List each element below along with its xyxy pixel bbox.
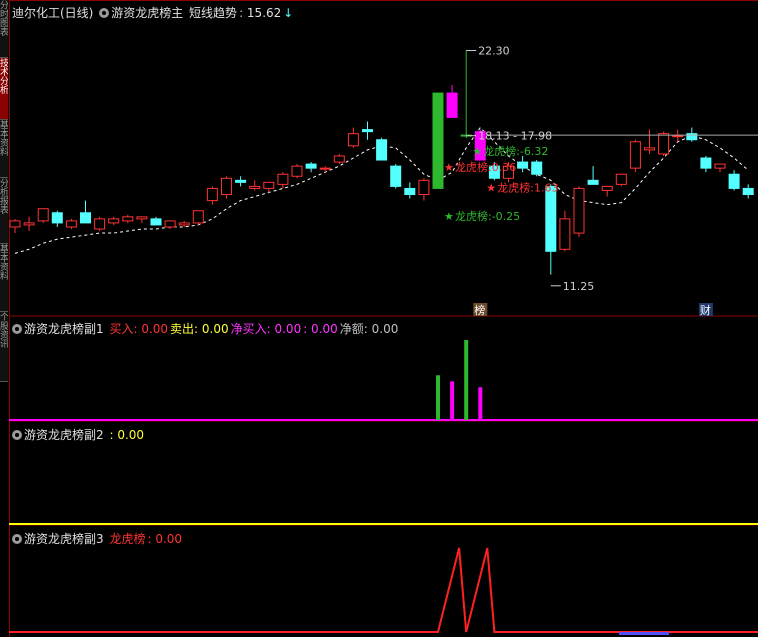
trend-arrow-icon: ↓ [283, 6, 294, 20]
star-icon: ★ [486, 181, 496, 194]
candle-body [333, 155, 345, 163]
sub1-item-0: 买入: 0.00 [109, 322, 169, 336]
sub1-item-3: : 0.00 [303, 322, 338, 336]
candle-body [376, 139, 388, 161]
candle-body [108, 218, 120, 224]
sidebar-tab-0[interactable]: 分时图表 [0, 0, 8, 58]
candle-body [136, 216, 148, 220]
candle-body [686, 133, 698, 141]
sub2-panel-header: 游资龙虎榜副2 : 0.00 [12, 426, 148, 443]
sub1-panel-header: 游资龙虎榜副1 买入: 0.00 卖出: 0.00 净买入: 0.00: 0.00 净… [12, 320, 402, 337]
candle-body [573, 187, 585, 234]
sub1-bar [450, 381, 455, 420]
candle-body [37, 208, 49, 222]
candle-body [629, 141, 641, 169]
sidebar-tab-3[interactable]: 分析报表 [0, 178, 8, 244]
sub3-marker [619, 632, 669, 635]
annotation-label: 18.13 - 17.98 [478, 130, 552, 143]
candle-body [305, 163, 317, 169]
candle-body [235, 179, 247, 183]
candle-body [517, 161, 529, 169]
annotation-label: 龙虎榜:1.63 [497, 180, 558, 194]
candle-body [249, 185, 261, 189]
sub3-value: 0.00 [155, 532, 183, 546]
candle-body [178, 222, 190, 226]
candle-body [658, 133, 670, 155]
sub3-indicator-name[interactable]: 游资龙虎榜副3 [24, 532, 104, 546]
candle-body [150, 218, 162, 226]
candle-body [9, 220, 21, 228]
main-panel-header: 迪尔化工(日线) 游资龙虎榜主 短线趋势: 15.62 ↓ [12, 6, 294, 20]
annotation-label: 龙虎榜:-6.32 [483, 144, 548, 158]
candle-body [65, 220, 77, 228]
settings-icon[interactable] [12, 430, 22, 440]
candle-body [192, 210, 204, 224]
sidebar: 分时图表 技术分析 基本资料 分析报表 基本资料 个股资讯 [0, 0, 9, 637]
candle-body [362, 129, 373, 133]
stock-title: 迪尔化工(日线) [12, 6, 94, 20]
sub1-item-2: 净买入: 0.00 [230, 322, 302, 336]
sub3-line [9, 547, 758, 633]
trend-value: 15.62 [246, 6, 282, 20]
sub1-bar [478, 387, 483, 420]
candle-body [601, 185, 613, 191]
star-icon: ★ [444, 210, 454, 223]
candle-body [404, 187, 416, 196]
event-marker: 榜 [474, 303, 485, 317]
star-icon: ★ [444, 161, 454, 174]
candle-body [587, 179, 599, 185]
candle-body [23, 222, 35, 226]
sidebar-tab-5[interactable]: 个股资讯 [0, 312, 8, 382]
candle-body [80, 212, 91, 224]
candle-body [277, 173, 289, 185]
main-indicator-name[interactable]: 游资龙虎榜主 [111, 6, 183, 20]
sidebar-tab-2[interactable]: 基本资料 [0, 120, 8, 178]
candle-body [164, 220, 176, 228]
sub1-bar [464, 340, 469, 420]
sidebar-tab-1[interactable]: 技术分析 [0, 58, 8, 120]
sub3-label: 龙虎榜 [109, 532, 146, 546]
sub1-item-1: 卖出: 0.00 [170, 322, 229, 336]
annotation-label: 22.30 [478, 44, 510, 57]
annotation-label: 龙虎榜:-0.25 [455, 209, 520, 223]
candle-body [418, 179, 430, 196]
candle-body [545, 185, 557, 252]
candle-body [263, 181, 275, 189]
candle-body [94, 218, 106, 230]
annotation-label: 11.25 [563, 280, 595, 293]
candle-body [51, 212, 63, 224]
candle-body [446, 92, 458, 118]
candle-body [432, 92, 444, 189]
trend-label: 短线趋势 [189, 6, 238, 20]
candle-body [700, 157, 712, 169]
sidebar-tab-4[interactable]: 基本资料 [0, 244, 8, 312]
sub3-panel-header: 游资龙虎榜副3 龙虎榜: 0.00 [12, 530, 186, 547]
sub2-value: 0.00 [117, 428, 145, 442]
sub1-bar [436, 375, 440, 420]
candle-body [742, 187, 754, 196]
candle-body [728, 173, 740, 189]
star-icon: ★ [472, 145, 482, 158]
annotation-label: 龙虎榜:0.36 [455, 160, 516, 174]
candle-body [615, 173, 627, 185]
candle-body [531, 161, 543, 175]
settings-icon[interactable] [12, 534, 22, 544]
candle-body [714, 163, 726, 169]
event-marker: 财 [700, 303, 711, 317]
candle-body [291, 165, 303, 177]
sub1-item-4: 净额: 0.00 [339, 322, 399, 336]
candle-body [206, 187, 218, 202]
candle-body [347, 133, 359, 147]
candle-body [390, 165, 402, 187]
settings-icon[interactable] [99, 8, 110, 18]
candle-body [644, 147, 655, 151]
candle-body [221, 177, 232, 196]
settings-icon[interactable] [12, 324, 22, 334]
candle-body [559, 218, 571, 250]
sub2-indicator-name[interactable]: 游资龙虎榜副2 [24, 428, 104, 442]
candle-body [672, 135, 684, 138]
candle-body [122, 216, 134, 222]
candle-body [319, 167, 331, 170]
sub1-indicator-name[interactable]: 游资龙虎榜副1 [24, 322, 104, 336]
